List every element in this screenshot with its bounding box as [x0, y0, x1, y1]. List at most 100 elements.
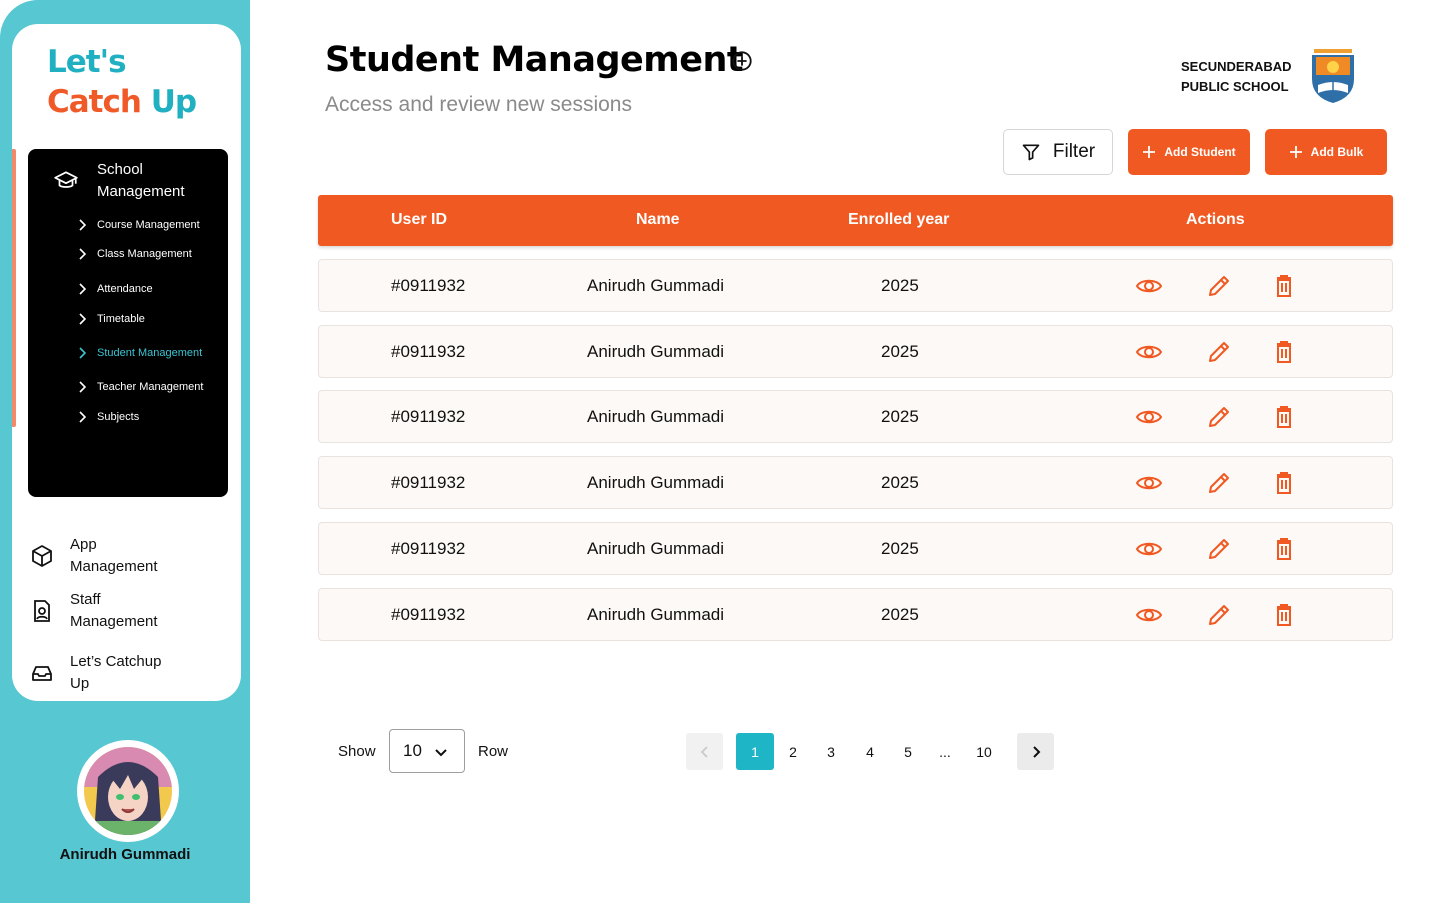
page-number-button[interactable]: 4 [851, 733, 889, 770]
avatar-image [84, 747, 172, 835]
delete-trash-icon[interactable] [1270, 536, 1298, 562]
sidebar-item-label: Attendance [97, 283, 153, 295]
view-eye-icon[interactable] [1135, 273, 1163, 299]
cell-name: Anirudh Gummadi [587, 407, 725, 426]
sidebar-menu-label: Staff Management [70, 591, 158, 630]
pagination-ellipsis: ... [939, 743, 951, 760]
chevron-right-icon [79, 411, 86, 423]
table-row[interactable]: #0911932 Anirudh Gummadi 2025 [318, 588, 1393, 641]
delete-trash-icon[interactable] [1270, 273, 1298, 299]
sidebar-item-timetable[interactable]: Timetable [78, 313, 145, 325]
delete-trash-icon[interactable] [1270, 339, 1298, 365]
page-number-button[interactable]: 5 [889, 733, 927, 770]
graduation-cap-icon [54, 171, 78, 188]
edit-pencil-icon[interactable] [1205, 470, 1233, 496]
school-management-header[interactable]: School Management [53, 159, 207, 203]
view-eye-icon[interactable] [1135, 470, 1163, 496]
sidebar-item-label: Teacher Management [97, 381, 204, 393]
chevron-left-icon [700, 745, 708, 758]
view-eye-icon[interactable] [1135, 339, 1163, 365]
table-row[interactable]: #0911932 Anirudh Gummadi 2025 [318, 522, 1393, 575]
user-name: Anirudh Gummadi [59, 846, 191, 863]
sidebar-item-attendance[interactable]: Attendance [78, 283, 153, 295]
edit-pencil-icon[interactable] [1205, 404, 1233, 430]
delete-trash-icon[interactable] [1270, 404, 1298, 430]
sidebar-item-subjects[interactable]: Subjects [78, 411, 139, 423]
add-bulk-button[interactable]: Add Bulk [1265, 129, 1387, 175]
add-circle-icon[interactable] [731, 50, 753, 72]
chevron-right-icon [79, 283, 86, 295]
cell-user-id: #0911932 [391, 473, 466, 492]
active-section-indicator [12, 149, 16, 427]
cell-enrolled-year: 2025 [881, 539, 919, 558]
sidebar-menu-staff-management[interactable]: Staff Management [30, 589, 180, 633]
brand-line-2: Catch Up [47, 82, 197, 122]
sidebar-item-course-management[interactable]: Course Management [78, 219, 200, 231]
add-student-label: Add Student [1164, 145, 1236, 159]
cell-enrolled-year: 2025 [881, 342, 919, 361]
brand-logo[interactable]: Let's Catch Up [47, 42, 197, 122]
sidebar-menu-lets-catchup-up[interactable]: Let’s Catchup Up [30, 651, 180, 695]
cell-enrolled-year: 2025 [881, 473, 919, 492]
rows-per-page-value: 10 [403, 741, 422, 760]
page-number-button[interactable]: 3 [812, 733, 850, 770]
sidebar-item-label: Subjects [97, 411, 140, 423]
sidebar-card: Let's Catch Up School Management Course … [12, 24, 241, 701]
cell-user-id: #0911932 [391, 276, 466, 295]
school-crest-logo [1312, 49, 1354, 103]
staff-badge-icon [34, 600, 50, 622]
cell-name: Anirudh Gummadi [587, 605, 725, 624]
chevron-right-icon [1032, 745, 1040, 758]
school-management-label: School Management [97, 161, 185, 200]
chevron-right-icon [79, 347, 86, 359]
school-management-panel: School Management Course Management Class… [28, 149, 228, 497]
delete-trash-icon[interactable] [1270, 470, 1298, 496]
edit-pencil-icon[interactable] [1205, 339, 1233, 365]
edit-pencil-icon[interactable] [1205, 273, 1233, 299]
chevron-down-icon [435, 749, 447, 757]
sidebar-item-label: Course Management [97, 219, 200, 231]
school-name-line-1: SECUNDERABAD [1181, 59, 1292, 74]
add-student-button[interactable]: Add Student [1128, 129, 1250, 175]
cell-user-id: #0911932 [391, 539, 466, 558]
previous-page-button[interactable] [686, 733, 723, 770]
column-header-name: Name [636, 211, 680, 228]
sidebar-item-student-management[interactable]: Student Management [78, 347, 202, 359]
page-number-button[interactable]: 1 [736, 733, 774, 770]
edit-pencil-icon[interactable] [1205, 602, 1233, 628]
filter-icon [1022, 144, 1040, 161]
next-page-button[interactable] [1017, 733, 1054, 770]
plus-icon [1289, 146, 1302, 158]
view-eye-icon[interactable] [1135, 602, 1163, 628]
delete-trash-icon[interactable] [1270, 602, 1298, 628]
table-row[interactable]: #0911932 Anirudh Gummadi 2025 [318, 456, 1393, 509]
sidebar-menu-app-management[interactable]: App Management [30, 534, 180, 578]
page-title: Student Management [325, 40, 744, 80]
view-eye-icon[interactable] [1135, 536, 1163, 562]
page-number-button[interactable]: 2 [774, 733, 812, 770]
table-row[interactable]: #0911932 Anirudh Gummadi 2025 [318, 259, 1393, 312]
chevron-right-icon [79, 248, 86, 260]
cell-enrolled-year: 2025 [881, 605, 919, 624]
table-row[interactable]: #0911932 Anirudh Gummadi 2025 [318, 390, 1393, 443]
school-name-line-2: PUBLIC SCHOOL [1181, 79, 1289, 94]
chevron-right-icon [79, 219, 86, 231]
brand-up: Up [150, 84, 197, 120]
table-row[interactable]: #0911932 Anirudh Gummadi 2025 [318, 325, 1393, 378]
user-avatar-ring[interactable] [77, 740, 179, 842]
rows-per-page-select[interactable]: 10 [389, 729, 465, 773]
edit-pencil-icon[interactable] [1205, 536, 1233, 562]
sidebar: Let's Catch Up School Management Course … [0, 0, 250, 903]
sidebar-item-teacher-management[interactable]: Teacher Management [78, 381, 203, 393]
cell-enrolled-year: 2025 [881, 276, 919, 295]
sidebar-item-class-management[interactable]: Class Management [78, 248, 192, 260]
sidebar-menu-label: App Management [70, 536, 158, 575]
view-eye-icon[interactable] [1135, 404, 1163, 430]
sidebar-item-label: Student Management [97, 347, 203, 359]
cell-name: Anirudh Gummadi [587, 276, 725, 295]
chevron-right-icon [79, 313, 86, 325]
cell-user-id: #0911932 [391, 342, 466, 361]
page-number-button[interactable]: 10 [965, 733, 1003, 770]
cell-user-id: #0911932 [391, 605, 466, 624]
filter-button[interactable]: Filter [1003, 129, 1113, 175]
